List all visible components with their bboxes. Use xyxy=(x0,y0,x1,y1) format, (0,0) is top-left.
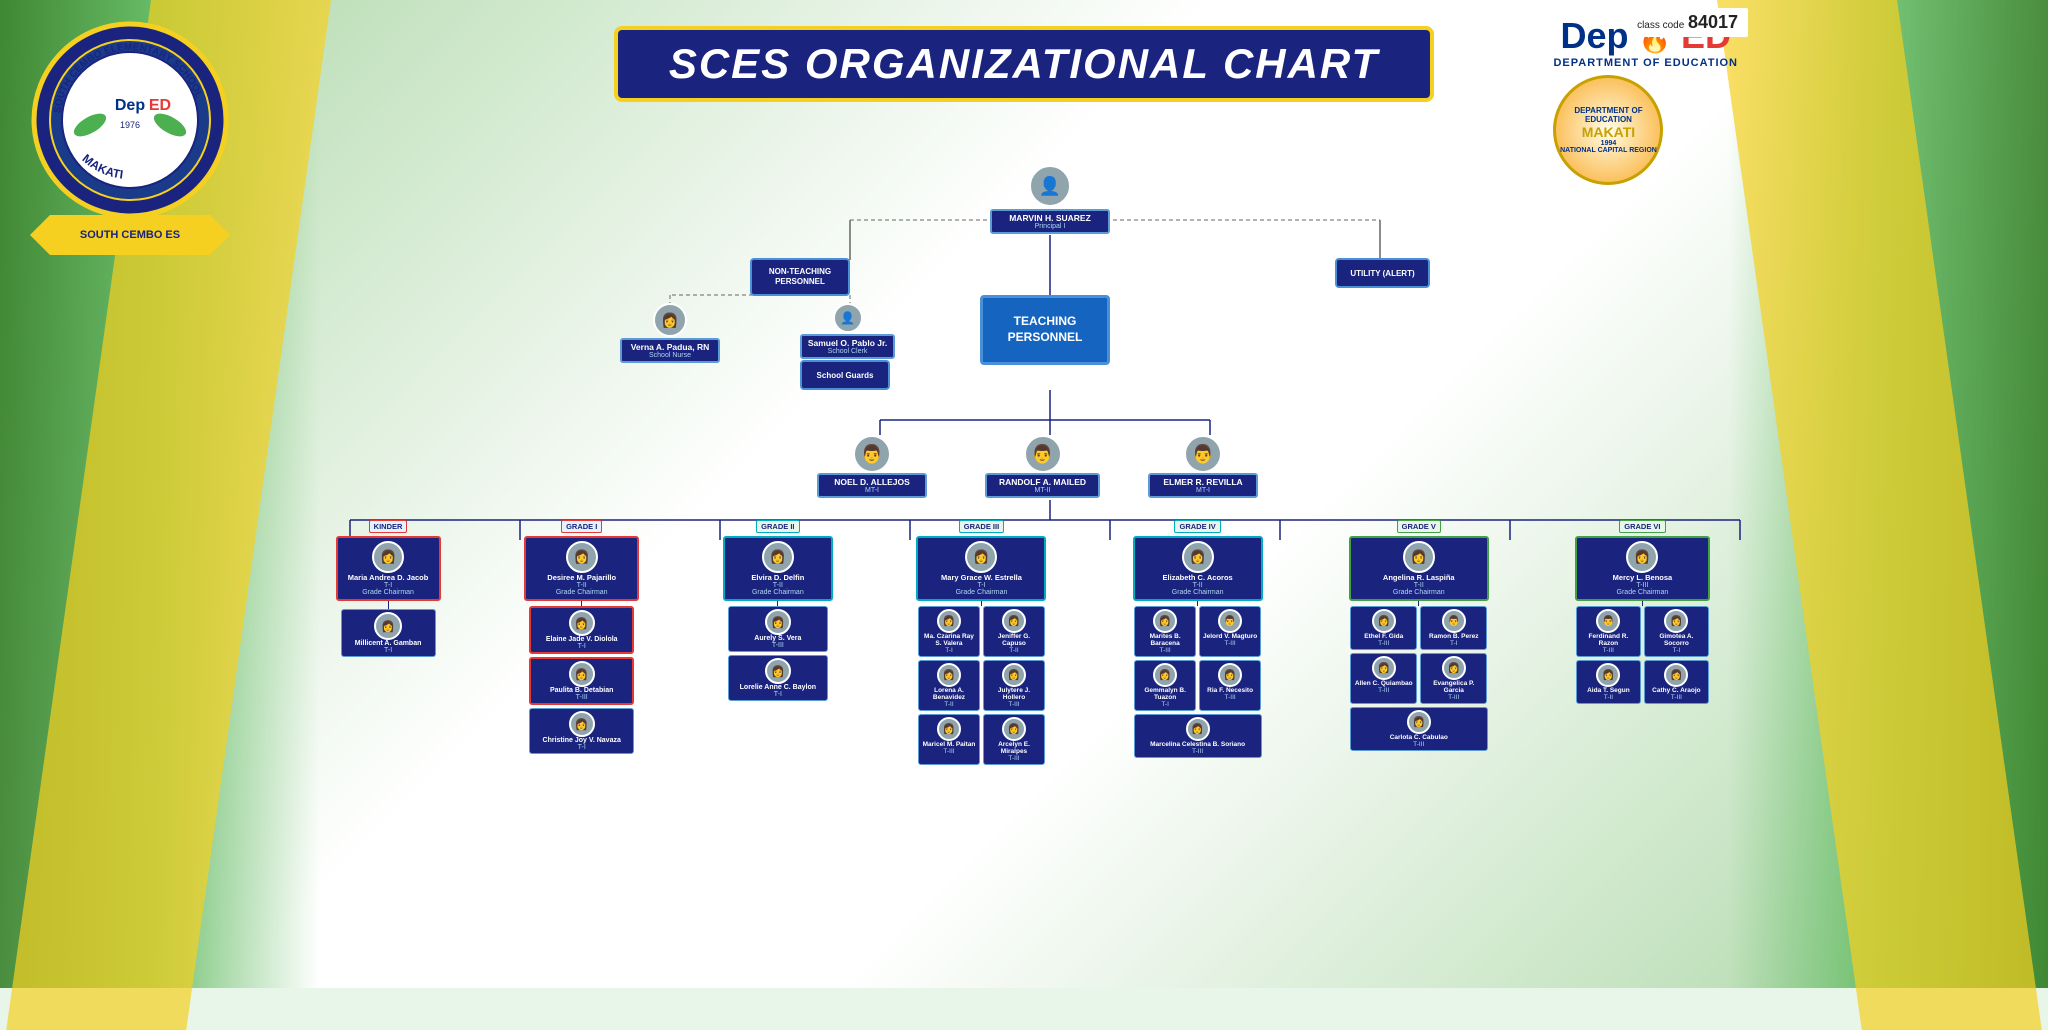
page-title: SCES ORGANIZATIONAL CHART xyxy=(658,40,1390,88)
dep-text: Dep xyxy=(1561,15,1629,56)
kinder-header: KINDER xyxy=(369,520,408,533)
school-seal-area: SOUTH CEMBO ELEMENTARY SCHOOL Dep ED 197… xyxy=(30,20,250,240)
nurse-photo: 👩 xyxy=(653,303,687,337)
grade6-teachers: 👨 Ferdinand R. Razon T-III 👩 Gimotea A. … xyxy=(1576,606,1709,704)
grade1-column: GRADE I 👩 Desiree M. Pajarillo T-II Grad… xyxy=(517,520,647,754)
grade3-column: GRADE III 👩 Mary Grace W. Estrella T-I G… xyxy=(909,520,1054,765)
mt3-node: 👨 ELMER R. REVILLA MT-I xyxy=(1148,435,1258,498)
grade5-column: GRADE V 👩 Angelina R. Laspiña T-II Grade… xyxy=(1341,520,1496,751)
makati-seal: DEPARTMENT OF EDUCATION MAKATI 1994 NATI… xyxy=(1553,75,1663,185)
mt3-name: ELMER R. REVILLA xyxy=(1154,477,1252,487)
class-code-label: class code xyxy=(1637,20,1684,31)
grade1-teachers: 👩 Elaine Jade V. Diolola T-I 👩 Paulita B… xyxy=(517,606,647,754)
clerk-node: 👤 Samuel O. Pablo Jr. School Clerk xyxy=(800,303,895,359)
kinder-chairman-photo: 👩 xyxy=(372,541,404,573)
deped-logo-area: Dep 🔥 ED DEPARTMENT OF EDUCATION DEPARTM… xyxy=(1553,15,1738,185)
grade5-chairman-card: 👩 Angelina R. Laspiña T-II Grade Chairma… xyxy=(1349,536,1489,601)
kinder-chairman-name: Maria Andrea D. Jacob xyxy=(341,573,436,582)
mt1-name: NOEL D. ALLEJOS xyxy=(823,477,921,487)
guards-label: School Guards xyxy=(800,360,890,390)
clerk-name: Samuel O. Pablo Jr. xyxy=(806,338,889,348)
mt2-role: MT-II xyxy=(991,487,1094,494)
grade5-header: GRADE V xyxy=(1397,520,1441,533)
grade6-column: GRADE VI 👩 Mercy L. Benosa T-III Grade C… xyxy=(1567,520,1717,704)
mt2-name: RANDOLF A. MAILED xyxy=(991,477,1094,487)
nurse-node: 👩 Verna A. Padua, RN School Nurse xyxy=(620,303,720,363)
grade-columns: KINDER 👩 Maria Andrea D. Jacob T-I Grade… xyxy=(290,520,1758,765)
title-container: SCES ORGANIZATIONAL CHART xyxy=(290,18,1758,106)
class-code: class code 84017 xyxy=(1627,8,1748,37)
grade3-header: GRADE III xyxy=(959,520,1004,533)
clerk-box: Samuel O. Pablo Jr. School Clerk xyxy=(800,334,895,359)
non-teaching-label: NON-TEACHING PERSONNEL xyxy=(750,258,850,296)
clerk-role: School Clerk xyxy=(806,348,889,355)
principal-role: Principal I xyxy=(996,223,1104,230)
kinder-chairman-sub: Grade Chairman xyxy=(341,589,436,596)
principal-photo: 👤 xyxy=(1029,165,1071,207)
mt2-box: RANDOLF A. MAILED MT-II xyxy=(985,473,1100,498)
kinder-column: KINDER 👩 Maria Andrea D. Jacob T-I Grade… xyxy=(331,520,446,657)
principal-box: MARVIN H. SUAREZ Principal I xyxy=(990,209,1110,234)
grade4-column: GRADE IV 👩 Elizabeth C. Acoros T-II Grad… xyxy=(1125,520,1270,758)
nurse-box: Verna A. Padua, RN School Nurse xyxy=(620,338,720,363)
mt1-role: MT-I xyxy=(823,487,921,494)
nurse-role: School Nurse xyxy=(626,352,714,359)
grade2-header: GRADE II xyxy=(756,520,799,533)
principal-node: 👤 MARVIN H. SUAREZ Principal I xyxy=(990,165,1110,234)
nurse-name: Verna A. Padua, RN xyxy=(626,342,714,352)
svg-text:ED: ED xyxy=(149,97,171,114)
grade6-header: GRADE VI xyxy=(1619,520,1665,533)
grade4-chairman-card: 👩 Elizabeth C. Acoros T-II Grade Chairma… xyxy=(1133,536,1263,601)
mt2-photo: 👨 xyxy=(1024,435,1062,473)
teaching-label: TEACHINGPERSONNEL xyxy=(980,295,1110,365)
svg-text:Dep: Dep xyxy=(115,97,145,114)
class-code-value: 84017 xyxy=(1688,12,1738,32)
mt1-node: 👨 NOEL D. ALLEJOS MT-I xyxy=(817,435,927,498)
principal-name: MARVIN H. SUAREZ xyxy=(996,213,1104,223)
svg-text:1976: 1976 xyxy=(120,120,140,130)
org-chart-area: SCES ORGANIZATIONAL CHART xyxy=(290,10,1758,983)
mt3-photo: 👨 xyxy=(1184,435,1222,473)
mt1-photo: 👨 xyxy=(853,435,891,473)
kinder-chairman-role: T-I xyxy=(341,582,436,589)
kinder-t1-card: 👩 Millicent A. Gamban T-I xyxy=(341,609,436,657)
grade3-teachers: 👩 Ma. Czarina Ray S. Valera T-I 👩 Jeniff… xyxy=(918,606,1045,765)
deped-subtitle: DEPARTMENT OF EDUCATION xyxy=(1553,57,1738,69)
mt2-node: 👨 RANDOLF A. MAILED MT-II xyxy=(985,435,1100,498)
grade1-chairman-card: 👩 Desiree M. Pajarillo T-II Grade Chairm… xyxy=(524,536,639,601)
grade4-teachers: 👩 Marites B. Baracena T-III 👨 Jelord V. … xyxy=(1134,606,1262,758)
grade4-header: GRADE IV xyxy=(1174,520,1220,533)
school-seal-svg: SOUTH CEMBO ELEMENTARY SCHOOL Dep ED 197… xyxy=(30,20,230,220)
kinder-chairman-card: 👩 Maria Andrea D. Jacob T-I Grade Chairm… xyxy=(336,536,441,601)
title-box: SCES ORGANIZATIONAL CHART xyxy=(614,26,1434,102)
grade2-chairman-card: 👩 Elvira D. Delfin T-II Grade Chairman xyxy=(723,536,833,601)
clerk-photo: 👤 xyxy=(833,303,863,333)
grade5-teachers: 👩 Ethel F. Gida T-III 👨 Ramon B. Perez T… xyxy=(1350,606,1488,751)
grade2-column: GRADE II 👩 Elvira D. Delfin T-II Grade C… xyxy=(718,520,838,701)
grade1-header: GRADE I xyxy=(561,520,602,533)
utility-label: UTILITY (ALERT) xyxy=(1335,258,1430,288)
mt3-role: MT-I xyxy=(1154,487,1252,494)
grade6-chairman-card: 👩 Mercy L. Benosa T-III Grade Chairman xyxy=(1575,536,1710,601)
grade2-teachers: 👩 Aurely S. Vera T-III 👩 Lorelie Anne C.… xyxy=(728,606,828,701)
mt3-box: ELMER R. REVILLA MT-I xyxy=(1148,473,1258,498)
mt1-box: NOEL D. ALLEJOS MT-I xyxy=(817,473,927,498)
grade3-chairman-card: 👩 Mary Grace W. Estrella T-I Grade Chair… xyxy=(916,536,1046,601)
